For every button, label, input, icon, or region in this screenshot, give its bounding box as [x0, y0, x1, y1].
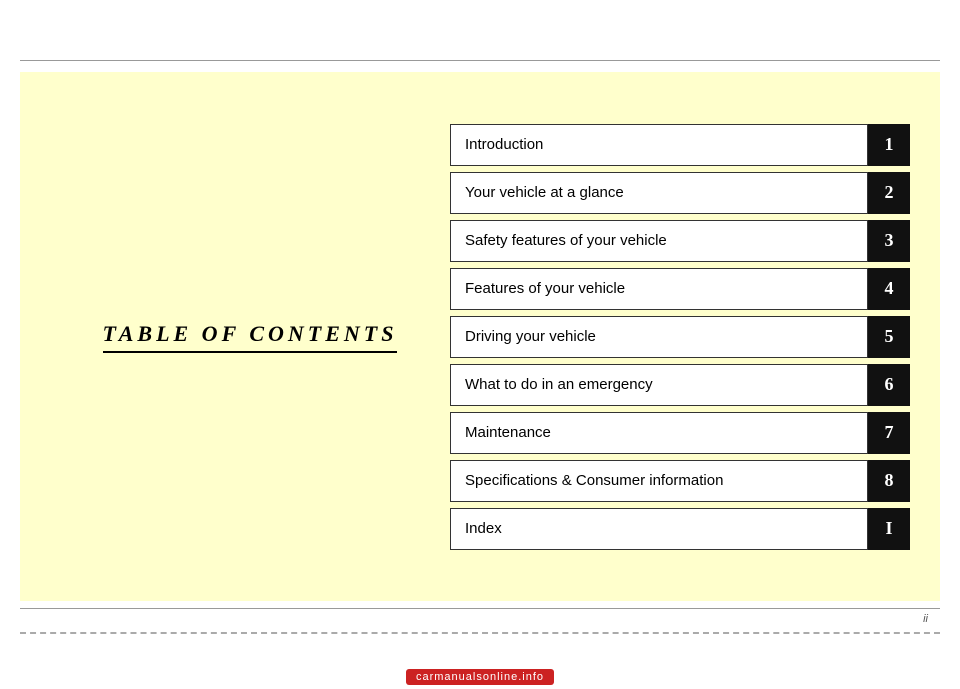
toc-item-number: 7: [868, 412, 910, 454]
toc-item-label: Your vehicle at a glance: [450, 172, 868, 214]
toc-item-number: 5: [868, 316, 910, 358]
toc-item-label: Maintenance: [450, 412, 868, 454]
toc-row[interactable]: Maintenance7: [450, 412, 910, 454]
main-content-area: TABLE OF CONTENTS Introduction1Your vehi…: [20, 72, 940, 601]
toc-row[interactable]: Your vehicle at a glance2: [450, 172, 910, 214]
top-divider: [20, 60, 940, 61]
toc-item-number: I: [868, 508, 910, 550]
toc-row[interactable]: Safety features of your vehicle3: [450, 220, 910, 262]
bottom-divider: [20, 608, 940, 609]
site-watermark-area: carmanualsonline.info: [0, 669, 960, 685]
toc-row[interactable]: Specifications & Consumer information8: [450, 460, 910, 502]
toc-row[interactable]: Features of your vehicle4: [450, 268, 910, 310]
page-number: ii: [923, 613, 928, 625]
toc-item-label: What to do in an emergency: [450, 364, 868, 406]
toc-item-label: Specifications & Consumer information: [450, 460, 868, 502]
toc-list: Introduction1Your vehicle at a glance2Sa…: [430, 124, 910, 550]
toc-item-label: Features of your vehicle: [450, 268, 868, 310]
toc-item-label: Driving your vehicle: [450, 316, 868, 358]
toc-item-number: 1: [868, 124, 910, 166]
toc-row[interactable]: Driving your vehicle5: [450, 316, 910, 358]
toc-row[interactable]: Introduction1: [450, 124, 910, 166]
dashed-divider: [20, 632, 940, 634]
toc-item-label: Index: [450, 508, 868, 550]
toc-item-number: 4: [868, 268, 910, 310]
toc-item-label: Safety features of your vehicle: [450, 220, 868, 262]
toc-item-number: 6: [868, 364, 910, 406]
page-title: TABLE OF CONTENTS: [103, 321, 398, 353]
toc-item-number: 2: [868, 172, 910, 214]
toc-row[interactable]: What to do in an emergency6: [450, 364, 910, 406]
left-section: TABLE OF CONTENTS: [50, 321, 430, 353]
toc-item-number: 8: [868, 460, 910, 502]
toc-item-number: 3: [868, 220, 910, 262]
site-watermark-text: carmanualsonline.info: [406, 669, 554, 685]
toc-row[interactable]: IndexI: [450, 508, 910, 550]
toc-item-label: Introduction: [450, 124, 868, 166]
